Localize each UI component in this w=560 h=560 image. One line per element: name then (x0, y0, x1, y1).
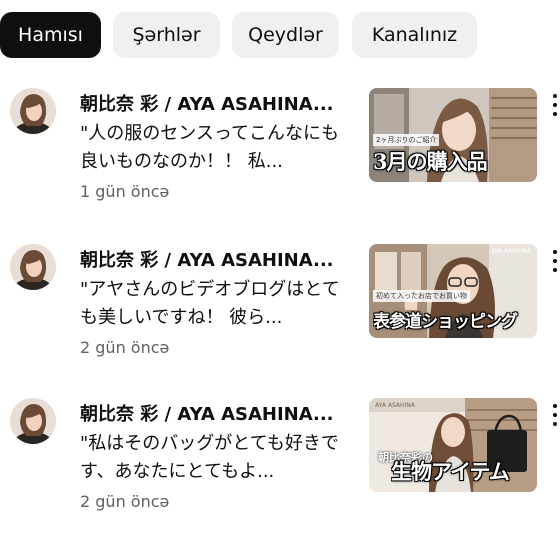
more-vertical-icon[interactable] (551, 248, 560, 278)
list-item[interactable]: 朝比奈 彩 / AYA ASAHINA... "私はそのバッグがとても好きです、… (0, 396, 560, 516)
timestamp: 2 gün öncə (80, 338, 170, 357)
more-vertical-icon[interactable] (551, 92, 560, 122)
channel-title: 朝比奈 彩 / AYA ASAHINA... (80, 250, 334, 271)
timestamp: 1 gün öncə (80, 182, 170, 201)
list-item[interactable]: 朝比奈 彩 / AYA ASAHINA... "アヤさんのビデオブログはとても美… (0, 242, 560, 362)
thumbnail-brand: AYA ASAHINA (491, 248, 531, 255)
channel-title: 朝比奈 彩 / AYA ASAHINA... (80, 94, 334, 115)
notifications-page: Hamısı Şərhlər Qeydlər Kanalınız 朝比奈 彩 /… (0, 0, 560, 560)
thumbnail-caption: 3月の購入品 (373, 149, 488, 174)
video-thumbnail[interactable]: AYA ASAHINA 初めて入ったお店でお買い物 表参道ショッピング (369, 244, 537, 338)
chip-your-channel[interactable]: Kanalınız (352, 12, 477, 58)
thumbnail-caption: 生物アイテム (391, 459, 510, 484)
channel-avatar[interactable] (10, 88, 56, 134)
comment-text: "人の服のセンスってこんなにも良いものなのか！！ 私... (80, 123, 340, 172)
channel-avatar[interactable] (10, 398, 56, 444)
timestamp: 2 gün öncə (80, 492, 170, 511)
video-thumbnail[interactable]: 2ヶ月ぶりのご紹介 3月の購入品 (369, 88, 537, 182)
thumbnail-subcaption: 2ヶ月ぶりのご紹介 (373, 134, 440, 146)
channel-title: 朝比奈 彩 / AYA ASAHINA... (80, 404, 334, 425)
chip-comments[interactable]: Şərhlər (113, 12, 220, 58)
list-item[interactable]: 朝比奈 彩 / AYA ASAHINA... "人の服のセンスってこんなにも良い… (0, 86, 560, 206)
thumbnail-caption: 表参道ショッピング (373, 312, 518, 332)
filter-chip-bar: Hamısı Şərhlər Qeydlər Kanalınız (0, 12, 560, 60)
thumbnail-subcaption: 初めて入ったお店でお買い物 (373, 290, 470, 302)
comment-text: "アヤさんのビデオブログはとても美しいですね！ 彼ら... (80, 279, 340, 328)
thumbnail-brand: AYA ASAHINA (375, 402, 415, 409)
video-thumbnail[interactable]: AYA ASAHINA 朝比奈彩の 生物アイテム (369, 398, 537, 492)
more-vertical-icon[interactable] (551, 402, 560, 432)
channel-avatar[interactable] (10, 244, 56, 290)
chip-mentions[interactable]: Qeydlər (232, 12, 339, 58)
comment-text: "私はそのバッグがとても好きです、あなたにとてもよ... (80, 433, 339, 482)
chip-all[interactable]: Hamısı (0, 12, 101, 58)
